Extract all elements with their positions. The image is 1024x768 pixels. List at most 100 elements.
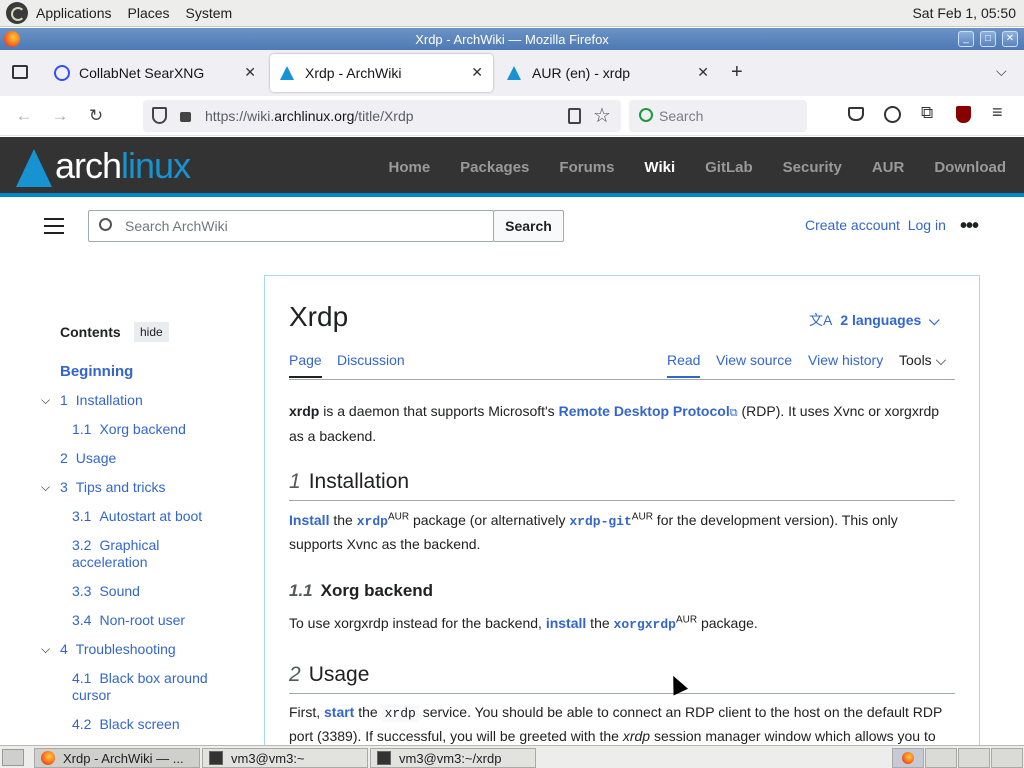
workspace-3[interactable] (958, 748, 990, 768)
url-bar[interactable]: https://wiki.archlinux.org/title/Xrdp ☆ (143, 100, 621, 132)
lock-icon[interactable] (180, 112, 191, 122)
toc-item[interactable]: 4.1 Black box around cursor (72, 670, 217, 704)
toc-item[interactable]: 3.4 Non-root user (72, 612, 185, 629)
task-terminal-2[interactable]: vm3@vm3:~/xrdp (370, 748, 536, 768)
more-options-icon[interactable]: ••• (960, 215, 979, 238)
nav-home[interactable]: Home (388, 159, 430, 176)
toc-item[interactable]: 1 Installation (60, 392, 143, 409)
nav-forums[interactable]: Forums (559, 159, 614, 176)
toc-item[interactable]: Beginning (60, 363, 133, 380)
aur-sup[interactable]: AUR (632, 511, 653, 522)
close-tab-icon[interactable]: ✕ (697, 64, 709, 81)
arch-logo[interactable]: arch linux (16, 145, 191, 187)
toc-num: 3.3 (72, 583, 92, 599)
close-tab-icon[interactable]: ✕ (471, 64, 483, 81)
account-icon[interactable] (884, 106, 901, 123)
rdp-link[interactable]: Remote Desktop Protocol (559, 403, 730, 419)
reload-icon[interactable]: ↻ (85, 105, 107, 127)
install-link[interactable]: Install (289, 512, 329, 528)
nav-gitlab[interactable]: GitLab (705, 159, 753, 176)
toc-item[interactable]: 1.1 Xorg backend (72, 421, 186, 438)
bookmark-star-icon[interactable]: ☆ (593, 103, 611, 128)
close-tab-icon[interactable]: ✕ (244, 64, 256, 81)
tab-bar: CollabNet SearXNG ✕ Xrdp - ArchWiki ✕ AU… (0, 50, 1024, 96)
nav-packages[interactable]: Packages (460, 159, 529, 176)
main-menu-icon[interactable] (44, 218, 64, 234)
ublock-icon[interactable] (956, 106, 971, 123)
close-window-icon[interactable]: ✕ (1002, 31, 1018, 47)
start-link[interactable]: start (324, 704, 354, 720)
toc-item[interactable]: 4.2 Black screen (72, 716, 180, 733)
tab-view-source[interactable]: View source (716, 352, 792, 368)
maximize-icon[interactable]: □ (980, 31, 996, 47)
toc-hide-button[interactable]: hide (134, 322, 169, 342)
create-account-link[interactable]: Create account (805, 217, 900, 233)
tab-view-history[interactable]: View history (808, 352, 883, 368)
chevron-down-icon[interactable]: ⌵ (41, 480, 50, 495)
search-placeholder: Search (659, 108, 704, 124)
task-firefox[interactable]: Xrdp - ArchWiki — ... (34, 748, 200, 768)
toc-item[interactable]: 3.3 Sound (72, 583, 140, 600)
toc-item[interactable]: 3.1 Autostart at boot (72, 508, 202, 525)
tab-discussion[interactable]: Discussion (337, 352, 405, 368)
new-tab-icon[interactable]: + (731, 61, 743, 84)
back-icon[interactable]: ← (13, 105, 35, 127)
tab-searxng[interactable]: CollabNet SearXNG ✕ (44, 54, 266, 92)
firefox-icon (4, 31, 20, 47)
forward-icon[interactable]: → (49, 105, 71, 127)
minimize-icon[interactable]: _ (958, 31, 974, 47)
window-titlebar[interactable]: Xrdp - ArchWiki — Mozilla Firefox _ □ ✕ (0, 28, 1024, 50)
wiki-search-button[interactable]: Search (493, 210, 564, 242)
tab-aur[interactable]: AUR (en) - xrdp ✕ (497, 54, 719, 92)
toc-item[interactable]: 3.2 Graphical acceleration (72, 537, 202, 571)
install-link[interactable]: install (546, 615, 586, 631)
toc-num: 4.2 (72, 716, 92, 732)
xrdp-package-link[interactable]: xrdp (357, 514, 388, 529)
firefox-view-icon[interactable] (12, 65, 28, 79)
tab-archwiki[interactable]: Xrdp - ArchWiki ✕ (270, 54, 493, 92)
workspace-1[interactable] (892, 748, 924, 768)
toc-label: Installation (75, 392, 143, 408)
tools-menu[interactable]: Tools ⌵ (899, 352, 946, 369)
places-menu[interactable]: Places (120, 0, 178, 27)
app-menu-icon[interactable]: ≡ (992, 102, 1003, 123)
search-input[interactable]: Search (629, 100, 807, 132)
nav-aur[interactable]: AUR (872, 159, 905, 176)
tab-label: Xrdp - ArchWiki (305, 65, 402, 81)
task-terminal-1[interactable]: vm3@vm3:~ (202, 748, 368, 768)
use-text-4: session manager window which allows you … (650, 728, 936, 744)
show-desktop-icon[interactable] (2, 749, 24, 766)
toc-label: Autostart at boot (99, 508, 203, 524)
toc-label: Tips and tricks (75, 479, 166, 495)
tab-read[interactable]: Read (667, 352, 701, 378)
shield-icon[interactable] (152, 107, 167, 124)
workspace-2[interactable] (925, 748, 957, 768)
workspace-4[interactable] (991, 748, 1023, 768)
nav-security[interactable]: Security (783, 159, 842, 176)
extensions-icon[interactable]: ⧉ (921, 103, 933, 123)
toc-num: 3.1 (72, 508, 92, 524)
wiki-search-input[interactable]: Search ArchWiki (88, 210, 494, 242)
chevron-down-icon[interactable]: ⌵ (41, 393, 50, 408)
chevron-down-icon: ⌵ (929, 312, 940, 328)
tab-page[interactable]: Page (289, 352, 322, 378)
toc-item[interactable]: 2 Usage (60, 450, 116, 467)
reader-view-icon[interactable] (568, 108, 581, 124)
toc-item[interactable]: 3 Tips and tricks (60, 479, 166, 496)
aur-sup[interactable]: AUR (676, 614, 697, 625)
toc-item[interactable]: 4 Troubleshooting (60, 641, 176, 658)
places-label: Places (127, 5, 170, 21)
aur-sup[interactable]: AUR (388, 511, 409, 522)
clock[interactable]: Sat Feb 1, 05:50 (912, 5, 1024, 21)
login-link[interactable]: Log in (908, 217, 946, 233)
system-menu[interactable]: System (178, 0, 241, 27)
xorgxrdp-package-link[interactable]: xorgxrdp (614, 617, 676, 632)
chevron-down-icon[interactable]: ⌵ (41, 642, 50, 657)
nav-wiki[interactable]: Wiki (644, 159, 675, 176)
languages-button[interactable]: 文A 2 languages ⌵ (809, 310, 940, 330)
pocket-icon[interactable] (848, 107, 864, 121)
list-tabs-icon[interactable]: ⌵ (996, 63, 1007, 80)
nav-download[interactable]: Download (934, 159, 1006, 176)
applications-menu[interactable]: Applications (0, 0, 120, 27)
xrdp-git-package-link[interactable]: xrdp-git (569, 514, 631, 529)
